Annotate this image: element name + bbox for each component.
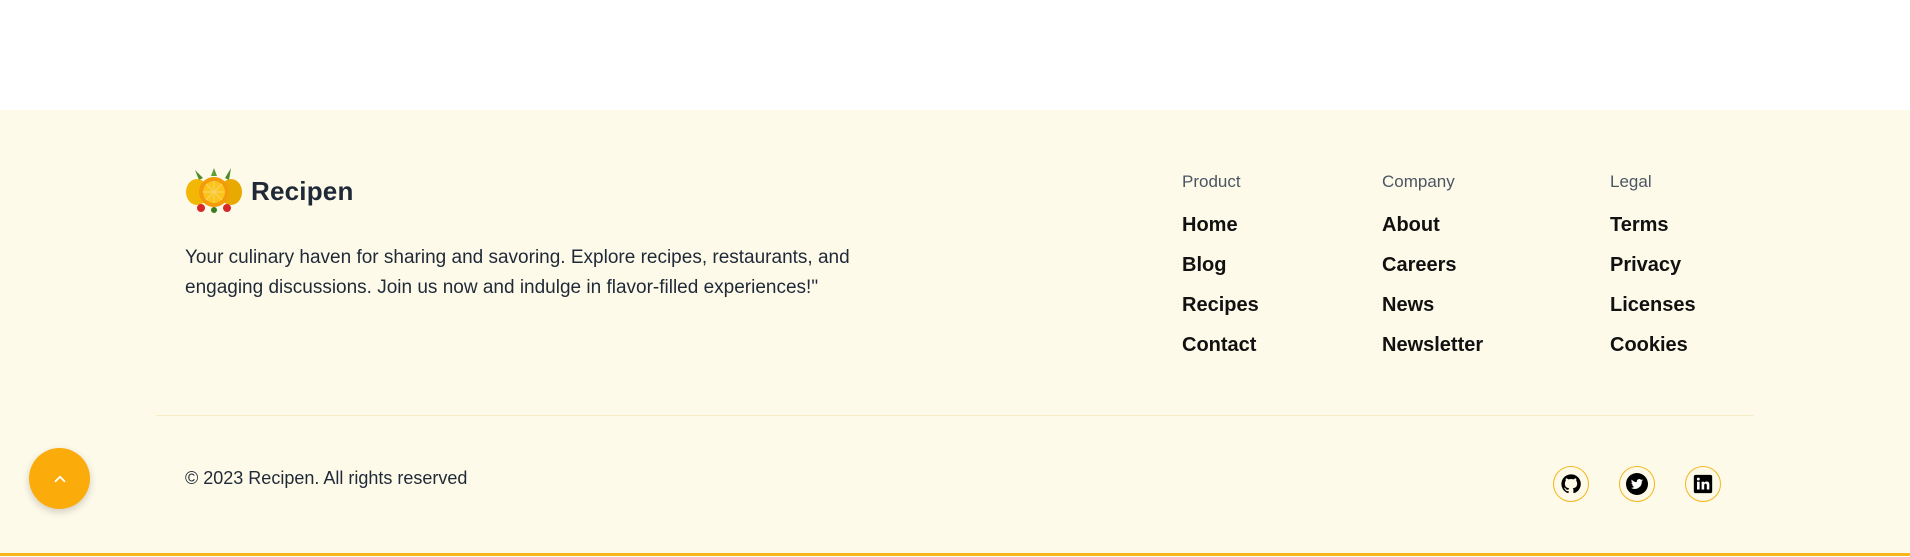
column-title-company: Company	[1382, 172, 1455, 191]
footer-column-company: Company About Careers News Newsletter	[1382, 172, 1483, 374]
footer-link-privacy[interactable]: Privacy	[1610, 254, 1681, 276]
linkedin-icon	[1693, 474, 1713, 494]
github-icon	[1561, 474, 1581, 494]
footer-link-careers[interactable]: Careers	[1382, 254, 1457, 276]
scroll-to-top-button[interactable]	[29, 448, 90, 509]
footer-link-home[interactable]: Home	[1182, 214, 1238, 236]
footer-divider	[156, 415, 1754, 416]
page-top-blank-area	[0, 0, 1910, 110]
footer-column-product: Product Home Blog Recipes Contact	[1182, 172, 1259, 374]
footer-link-recipes[interactable]: Recipes	[1182, 294, 1259, 316]
footer-link-newsletter[interactable]: Newsletter	[1382, 334, 1483, 356]
footer-bottom-border	[0, 553, 1910, 556]
brand-tagline: Your culinary haven for sharing and savo…	[185, 247, 850, 298]
footer-link-blog[interactable]: Blog	[1182, 254, 1226, 276]
column-title-legal: Legal	[1610, 172, 1652, 191]
fruit-logo-icon	[186, 168, 242, 213]
linkedin-link[interactable]	[1685, 466, 1721, 502]
footer-link-contact[interactable]: Contact	[1182, 334, 1256, 356]
footer-brand[interactable]: Recipen	[185, 168, 354, 214]
github-link[interactable]	[1553, 466, 1589, 502]
footer-link-news[interactable]: News	[1382, 294, 1434, 316]
twitter-icon	[1626, 473, 1648, 495]
column-title-product: Product	[1182, 172, 1241, 191]
brand-name: Recipen	[251, 175, 354, 206]
footer-column-legal: Legal Terms Privacy Licenses Cookies	[1610, 172, 1696, 374]
footer-link-licenses[interactable]: Licenses	[1610, 294, 1696, 316]
chevron-up-icon	[54, 475, 65, 482]
footer-link-about[interactable]: About	[1382, 214, 1440, 236]
footer-link-cookies[interactable]: Cookies	[1610, 334, 1688, 356]
twitter-link[interactable]	[1619, 466, 1655, 502]
footer-link-terms[interactable]: Terms	[1610, 214, 1669, 236]
copyright-text: © 2023 Recipen. All rights reserved	[185, 468, 468, 488]
social-links	[1553, 466, 1721, 502]
